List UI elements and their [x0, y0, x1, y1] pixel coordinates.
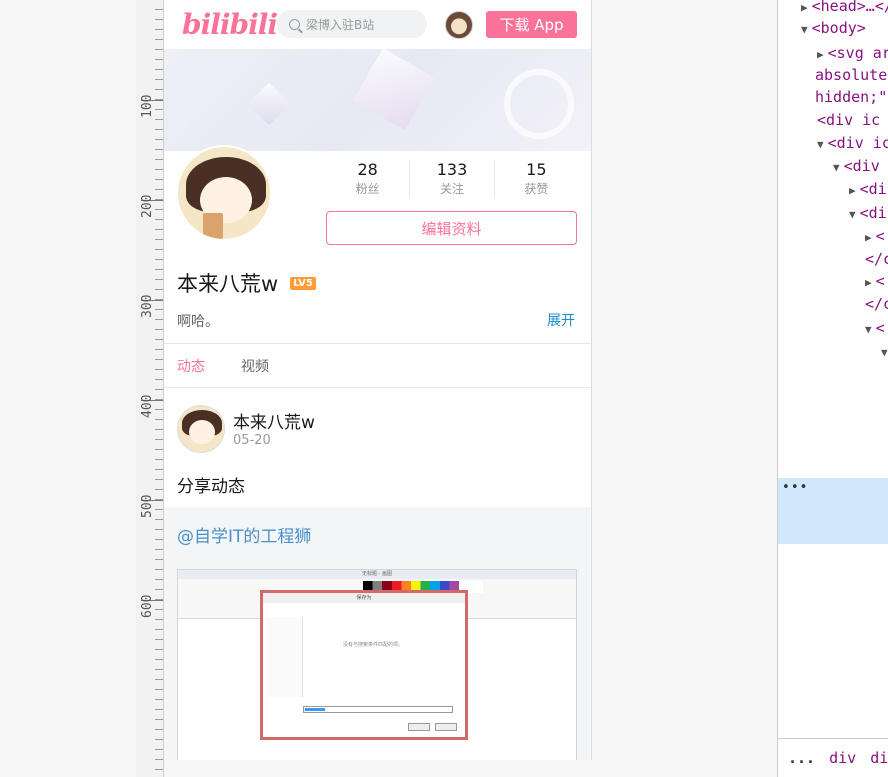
image-window-title: 无标题 - 画图: [178, 570, 576, 579]
dom-tree-node[interactable]: ▶ <: [865, 272, 885, 290]
profile-banner: [164, 49, 591, 151]
stat-label: 获赞: [524, 182, 549, 196]
dom-node-text: <di: [859, 204, 887, 222]
image-dialog-title: 保存为: [263, 593, 465, 603]
collapse-triangle-icon[interactable]: ▶: [849, 184, 856, 197]
post-author-name[interactable]: 本来八荒w: [233, 408, 315, 433]
breadcrumb-item[interactable]: ...: [788, 749, 815, 767]
dom-node-text: </c: [865, 295, 888, 313]
profile-tabs: 动态 视频: [164, 343, 591, 388]
dom-node-text: <div ic: [817, 111, 881, 129]
stat-label: 粉丝: [355, 182, 380, 196]
post-text: 分享动态: [177, 477, 245, 497]
tab-videos[interactable]: 视频: [241, 356, 269, 376]
stat-value: 133: [436, 160, 468, 179]
dom-node-text: absolute: [815, 66, 888, 84]
expand-triangle-icon[interactable]: ▼: [865, 323, 872, 336]
search-placeholder: 梁博入驻B站: [306, 17, 375, 32]
dom-node-text: <body>: [811, 19, 866, 37]
dom-tree-node[interactable]: <div ic: [817, 111, 880, 129]
dom-node-text: <: [875, 272, 885, 290]
profile-username-row: 本来八荒w LV5: [177, 268, 316, 298]
ruler-label: 200: [140, 194, 155, 218]
forward-mention-link[interactable]: @自学IT的工程狮: [177, 522, 311, 547]
search-icon: [289, 18, 300, 30]
vertical-ruler: 100 200 300 400 500 600: [136, 0, 164, 777]
stat-fans[interactable]: 28 粉丝: [326, 160, 411, 197]
ruler-label: 500: [140, 494, 155, 518]
dom-node-text: <: [875, 227, 885, 245]
download-app-button[interactable]: 下载 App: [486, 11, 577, 38]
expand-triangle-icon[interactable]: ▼: [817, 138, 824, 151]
dom-tree-node[interactable]: </c: [865, 250, 888, 268]
ruler-label: 600: [140, 594, 155, 618]
breadcrumb-item[interactable]: div: [870, 749, 888, 767]
forwarded-content[interactable]: @自学IT的工程狮 无标题 - 画图 保存为 没有与搜索条件匹配的项。: [164, 507, 591, 760]
dom-node-text: </c: [865, 250, 888, 268]
dom-node-text: <head>…</: [811, 0, 888, 15]
dom-tree-node[interactable]: ▶ <di: [849, 180, 887, 198]
selected-node-marker: •••: [782, 480, 809, 495]
expand-triangle-icon[interactable]: ▼: [881, 346, 888, 359]
dom-node-text: <div ic: [827, 134, 888, 152]
edit-profile-button[interactable]: 编辑资料: [326, 211, 577, 245]
post-date: 05-20: [233, 433, 271, 448]
top-bar: bilibili 梁博入驻B站 下载 App: [164, 0, 591, 49]
expand-triangle-icon[interactable]: ▼: [833, 161, 840, 174]
dom-tree-node[interactable]: </c: [865, 295, 888, 313]
collapse-triangle-icon[interactable]: ▶: [801, 1, 808, 14]
devtools-breadcrumbs: ... div div: [778, 738, 888, 777]
dom-tree-node[interactable]: ▼ <: [865, 319, 885, 337]
dom-tree-node[interactable]: ▶ <: [865, 227, 885, 245]
dom-node-text: <di: [859, 180, 887, 198]
breadcrumb-item[interactable]: div: [829, 749, 856, 767]
post-author-avatar[interactable]: [177, 405, 225, 453]
stat-label: 关注: [439, 182, 464, 196]
image-dialog-message: 没有与搜索条件匹配的项。: [343, 642, 404, 648]
mobile-viewport: bilibili 梁博入驻B站 下载 App 28 粉丝 133 关注 15 获…: [164, 0, 592, 760]
dom-node-text: <: [875, 319, 885, 337]
stat-likes[interactable]: 15 获赞: [495, 160, 578, 197]
user-avatar-small[interactable]: [445, 11, 473, 39]
dom-node-text: hidden;": [815, 88, 888, 106]
ruler-label: 400: [140, 394, 155, 418]
search-input[interactable]: 梁博入驻B站: [277, 10, 427, 38]
dom-tree-node[interactable]: hidden;": [815, 88, 887, 106]
dom-node-text: <div: [843, 157, 880, 175]
dom-tree-node[interactable]: ▼ <div: [833, 157, 880, 175]
stat-following[interactable]: 133 关注: [410, 160, 495, 197]
image-save-dialog: 保存为 没有与搜索条件匹配的项。: [260, 590, 468, 740]
dom-tree-node[interactable]: ▶ <svg ar: [817, 44, 888, 62]
dom-node-text: <svg ar: [827, 44, 888, 62]
profile-stats: 28 粉丝 133 关注 15 获赞: [326, 160, 578, 197]
expand-triangle-icon[interactable]: ▼: [801, 23, 808, 36]
dom-tree-node[interactable]: ▼ <div ic: [817, 134, 888, 152]
profile-signature: 啊哈。: [177, 314, 219, 330]
stat-value: 28: [357, 160, 378, 179]
level-badge: LV5: [290, 276, 316, 290]
collapse-triangle-icon[interactable]: ▶: [865, 276, 872, 289]
dom-tree-node[interactable]: ▼ <body>: [801, 19, 866, 37]
ruler-label: 300: [140, 294, 155, 318]
expand-triangle-icon[interactable]: ▼: [849, 208, 856, 221]
dom-tree-node[interactable]: ▼ <di: [849, 204, 887, 222]
dom-tree-node[interactable]: ▼: [881, 342, 888, 360]
collapse-triangle-icon[interactable]: ▶: [865, 231, 872, 244]
expand-link[interactable]: 展开: [547, 310, 575, 330]
post-image[interactable]: 无标题 - 画图 保存为 没有与搜索条件匹配的项。: [177, 569, 577, 760]
collapse-triangle-icon[interactable]: ▶: [817, 48, 824, 61]
tab-dynamics[interactable]: 动态: [177, 356, 205, 376]
dom-tree-node[interactable]: ▶ <head>…</: [801, 0, 888, 15]
profile-avatar[interactable]: [176, 145, 272, 241]
ruler-label: 100: [140, 94, 155, 118]
stat-value: 15: [526, 160, 547, 179]
dom-tree-node[interactable]: absolute: [815, 66, 887, 84]
profile-username: 本来八荒w: [177, 272, 279, 296]
devtools-elements-panel: ••• ▶ <head>…</▼ <body> ▶ <svg ar absolute hid…: [777, 0, 888, 777]
bilibili-logo[interactable]: bilibili: [182, 8, 278, 41]
